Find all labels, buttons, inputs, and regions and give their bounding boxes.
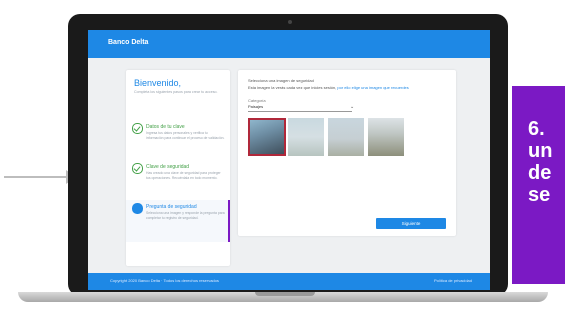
welcome-desc: Completa los siguientes pasos para crear…	[134, 90, 218, 94]
select-label: Categoría	[248, 98, 266, 103]
app-header: Banco Delta	[88, 30, 490, 58]
bank-logo[interactable]: Banco Delta	[108, 39, 148, 46]
steps-panel: Bienvenido, Completa los siguientes paso…	[126, 70, 230, 266]
check-circle-icon	[132, 123, 143, 134]
welcome-title: Bienvenido,	[134, 78, 182, 88]
callout-text: 6. un de se	[528, 118, 553, 206]
step-2: Clave de seguridad Has creado una clave …	[126, 160, 230, 202]
app-screen: Banco Delta Bienvenido, Completa los sig…	[88, 30, 490, 290]
hint-text: Esta imagen la verás cada vez que inicie…	[248, 85, 338, 90]
step-title: Datos de tu clave	[146, 124, 185, 130]
current-step-icon	[132, 203, 143, 214]
step-title: Clave de seguridad	[146, 164, 190, 170]
step-title: Pregunta de seguridad	[146, 204, 197, 210]
form-question: Selecciona una imagen de seguridad	[248, 78, 314, 83]
step-desc: Selecciona una imagen y responde la preg…	[146, 211, 225, 220]
chevron-down-icon[interactable]: ⌄	[350, 104, 354, 110]
hint-link[interactable]: por ello elige una imagen que recuerdes	[337, 85, 408, 90]
category-select[interactable]: Paisajes	[248, 104, 352, 112]
security-image-option[interactable]	[288, 118, 324, 156]
camera-icon	[288, 20, 292, 24]
pointer-arrow-line	[4, 176, 72, 178]
security-form: Selecciona una imagen de seguridad Esta …	[238, 70, 456, 236]
next-button[interactable]: Siguiente	[376, 218, 446, 229]
security-image-option[interactable]	[368, 118, 404, 156]
step-1: Datos de tu clave Ingresa tus datos pers…	[126, 120, 230, 162]
form-hint: Esta imagen la verás cada vez que inicie…	[248, 85, 409, 90]
step-desc: Ingresa tus datos personales y verifica …	[146, 131, 225, 140]
check-circle-icon	[132, 163, 143, 174]
security-image-option[interactable]	[248, 118, 286, 156]
footer-copyright: Copyright 2020 Banco Delta · Todos los d…	[110, 278, 219, 283]
step-3: Pregunta de seguridad Selecciona una ima…	[126, 200, 230, 242]
footer-link[interactable]: Política de privacidad	[434, 278, 472, 283]
security-image-option[interactable]	[328, 118, 364, 156]
app-footer: Copyright 2020 Banco Delta · Todos los d…	[88, 273, 490, 290]
step-desc: Has creado una clave de seguridad para p…	[146, 171, 221, 180]
laptop-notch	[255, 292, 315, 296]
